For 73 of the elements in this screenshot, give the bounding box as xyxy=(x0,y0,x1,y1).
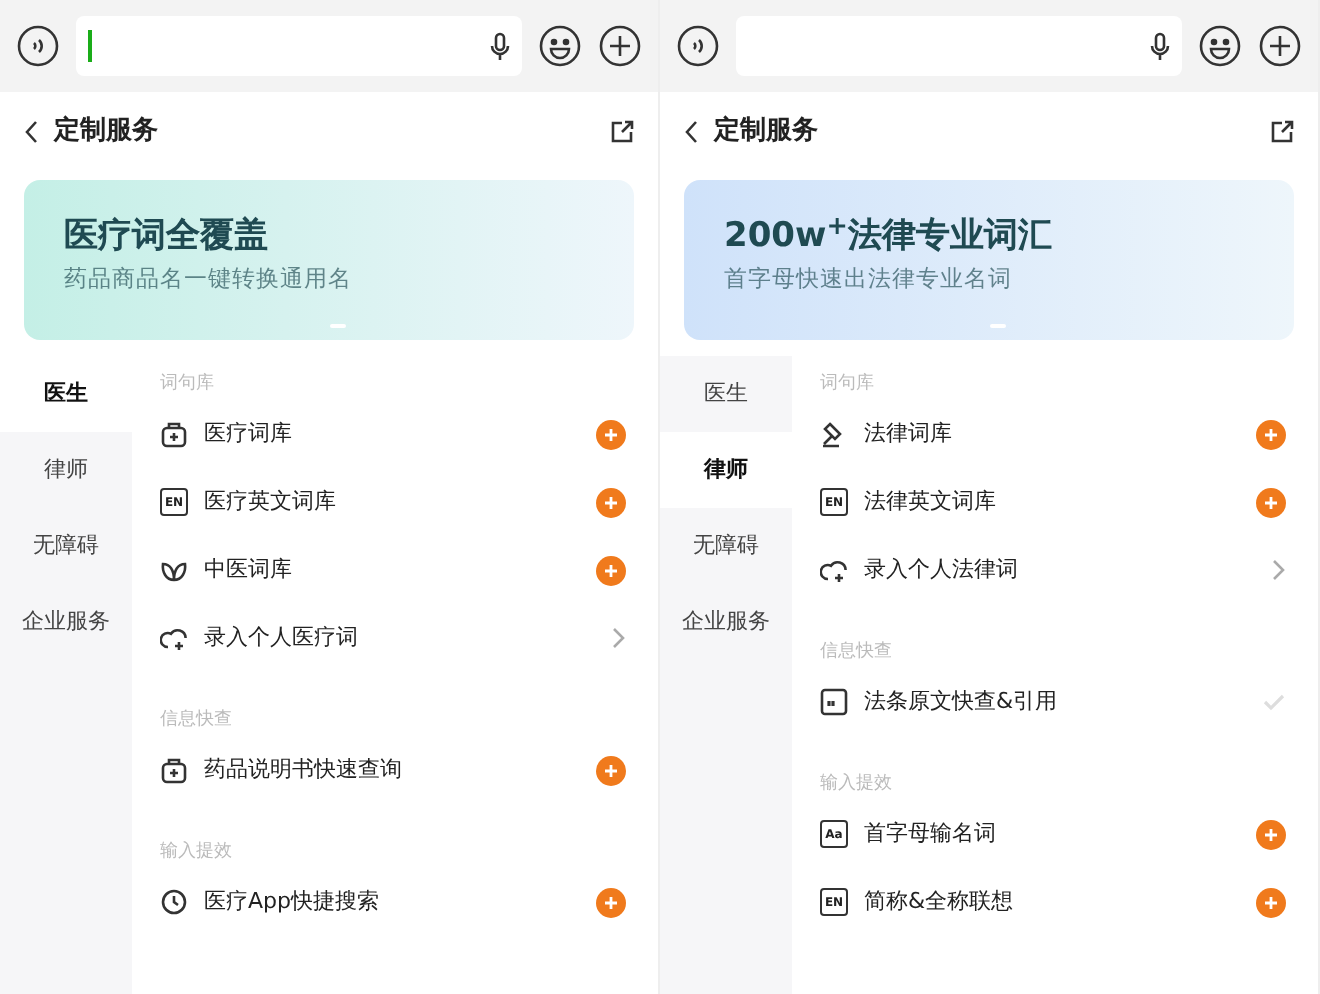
feature-label[interactable]: 法条原文快查&引用 xyxy=(864,685,1246,719)
category-tab[interactable]: 企业服务 xyxy=(660,584,792,660)
category-tab[interactable]: 医生 xyxy=(660,356,792,432)
promo-banner[interactable]: 医疗词全覆盖 药品商品名一键转换通用名 xyxy=(24,180,634,340)
banner-subtitle: 药品商品名一键转换通用名 xyxy=(64,262,354,297)
back-icon[interactable] xyxy=(24,120,38,144)
plus-icon xyxy=(602,425,620,443)
message-input-field[interactable] xyxy=(736,16,1182,76)
page-title: 定制服务 xyxy=(714,113,820,151)
chevron-right-icon[interactable] xyxy=(610,626,626,650)
microphone-icon[interactable] xyxy=(1150,31,1170,61)
feature-label[interactable]: 首字母输名词 xyxy=(864,817,1240,851)
add-button[interactable] xyxy=(596,887,626,917)
feature-label[interactable]: 医疗词库 xyxy=(204,417,580,451)
plus-circle-icon[interactable] xyxy=(598,24,642,68)
chevron-right-icon[interactable] xyxy=(1270,558,1286,582)
feature-label[interactable]: 中医词库 xyxy=(204,553,580,587)
section-label: 词句库 xyxy=(820,371,876,398)
plus-icon xyxy=(602,761,620,779)
cloud-plus-icon xyxy=(820,556,848,584)
plus-icon xyxy=(602,893,620,911)
add-button[interactable] xyxy=(596,419,626,449)
plus-icon xyxy=(1262,425,1280,443)
add-button[interactable] xyxy=(596,755,626,785)
promo-banner[interactable]: 200w$^{+}$法律专业词汇 首字母快速出法律专业名词 xyxy=(684,180,1294,340)
section-label: 输入提效 xyxy=(820,771,894,798)
medical-bag-icon xyxy=(160,420,188,448)
section-label: 信息快查 xyxy=(160,707,234,734)
feature-label[interactable]: 医疗App快捷搜索 xyxy=(204,885,580,919)
feature-label[interactable]: 法律词库 xyxy=(864,417,1240,451)
plus-icon xyxy=(1262,493,1280,511)
category-tab[interactable]: 医生 xyxy=(0,356,132,432)
share-icon[interactable] xyxy=(1270,120,1294,144)
emoji-icon[interactable] xyxy=(538,24,582,68)
feature-label[interactable]: 药品说明书快速查询 xyxy=(204,753,580,787)
add-button[interactable] xyxy=(1256,819,1286,849)
banner-title: 医疗词全覆盖 xyxy=(64,216,270,257)
banner-title: 200w$^{+}$法律专业词汇 xyxy=(724,216,1054,257)
back-icon[interactable] xyxy=(684,120,698,144)
add-button[interactable] xyxy=(596,487,626,517)
share-icon[interactable] xyxy=(610,120,634,144)
plus-icon xyxy=(602,561,620,579)
page-title: 定制服务 xyxy=(54,113,160,151)
feature-label[interactable]: 录入个人法律词 xyxy=(864,553,1254,587)
feature-label[interactable]: 医疗英文词库 xyxy=(204,485,580,519)
feature-label[interactable]: 简称&全称联想 xyxy=(864,885,1240,919)
feature-label[interactable]: 法律英文词库 xyxy=(864,485,1240,519)
voice-icon[interactable] xyxy=(16,24,60,68)
plus-icon xyxy=(1262,893,1280,911)
category-tab[interactable]: 企业服务 xyxy=(0,584,132,660)
section-label: 信息快查 xyxy=(820,639,894,666)
feature-label[interactable]: 录入个人医疗词 xyxy=(204,621,594,655)
category-tab[interactable]: 律师 xyxy=(0,432,132,508)
cloud-plus-icon xyxy=(160,624,188,652)
add-button[interactable] xyxy=(1256,887,1286,917)
plus-circle-icon[interactable] xyxy=(1258,24,1302,68)
microphone-icon[interactable] xyxy=(490,31,510,61)
category-tab[interactable]: 律师 xyxy=(660,432,792,508)
add-button[interactable] xyxy=(1256,487,1286,517)
add-button[interactable] xyxy=(1256,419,1286,449)
section-label: 词句库 xyxy=(160,371,216,398)
message-input-field[interactable] xyxy=(76,16,522,76)
plus-icon xyxy=(602,493,620,511)
category-tab[interactable]: 无障碍 xyxy=(0,508,132,584)
plus-icon xyxy=(1262,825,1280,843)
voice-icon[interactable] xyxy=(676,24,720,68)
banner-subtitle: 首字母快速出法律专业名词 xyxy=(724,262,1014,297)
category-tab[interactable]: 无障碍 xyxy=(660,508,792,584)
clock-icon xyxy=(160,888,188,916)
add-button[interactable] xyxy=(596,555,626,585)
section-label: 输入提效 xyxy=(160,839,234,866)
emoji-icon[interactable] xyxy=(1198,24,1242,68)
medical-bag-icon xyxy=(160,756,188,784)
